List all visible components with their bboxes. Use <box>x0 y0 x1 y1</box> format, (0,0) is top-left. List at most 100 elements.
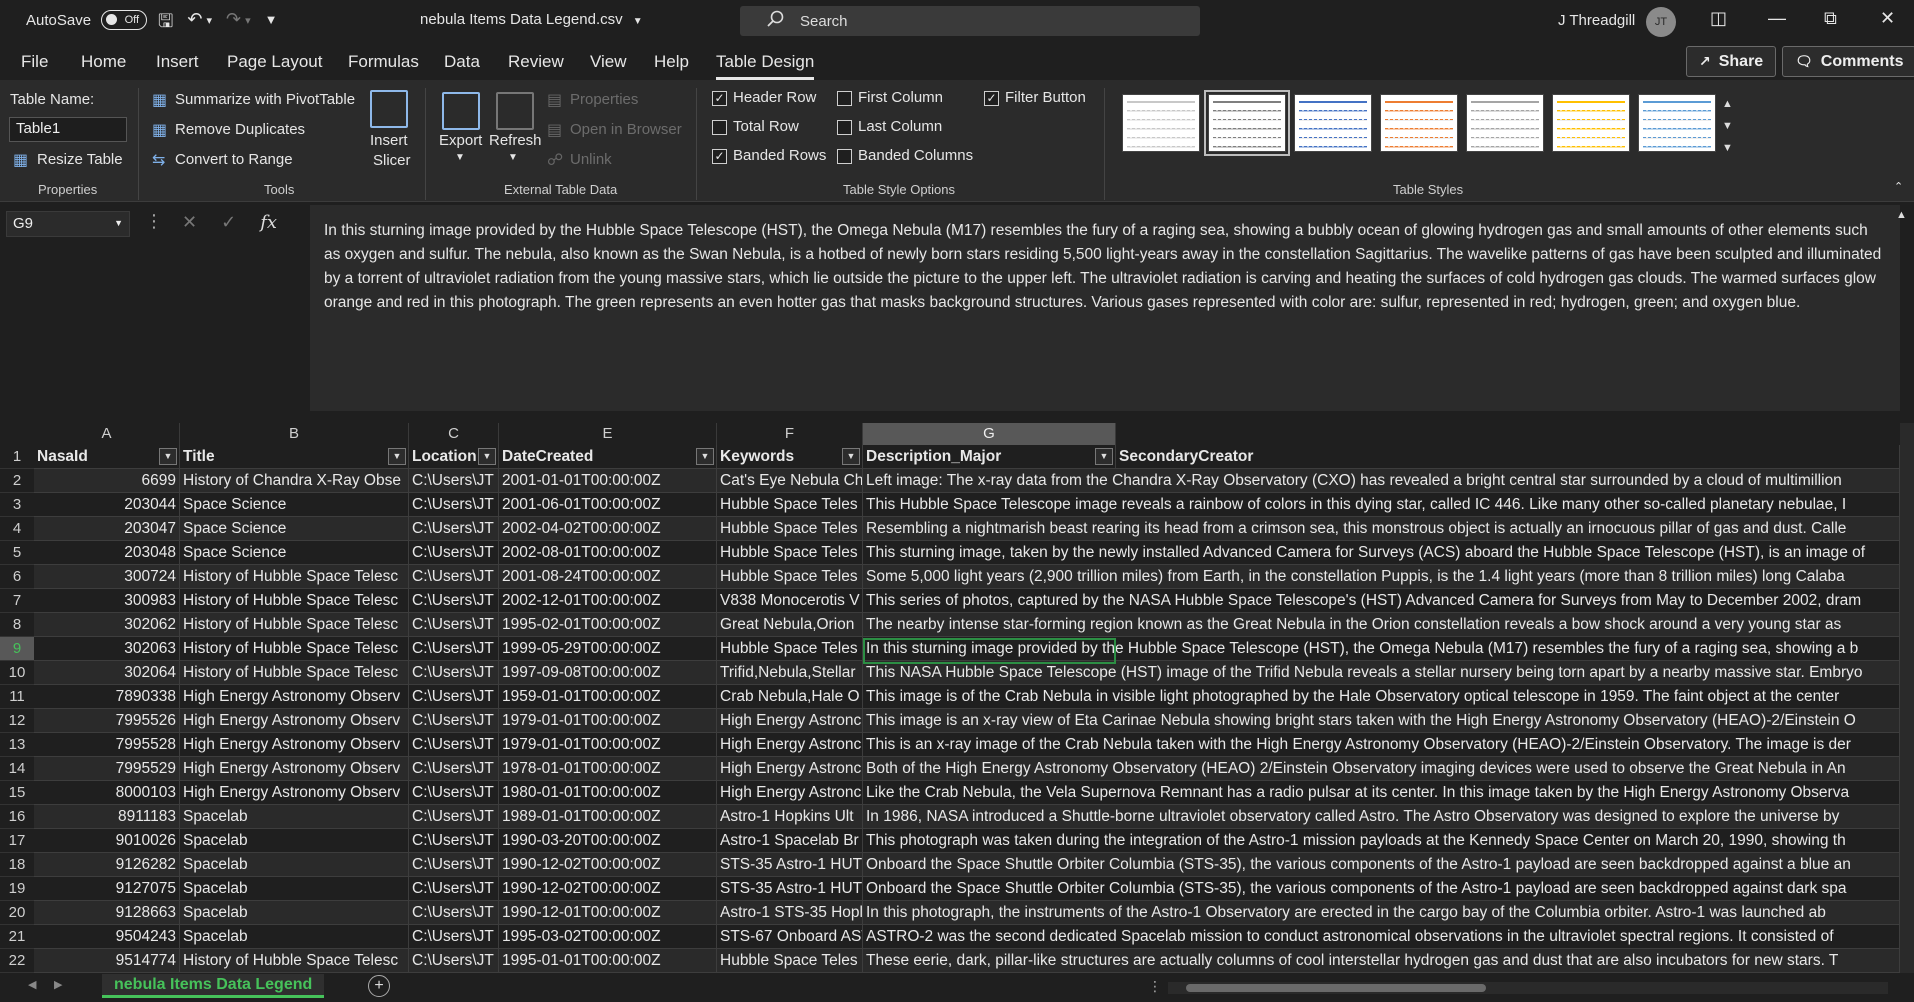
cell-keywords[interactable]: Hubble Space Teles <box>717 517 863 541</box>
row-number[interactable]: 12 <box>0 709 34 733</box>
cell-title[interactable]: History of Hubble Space Telesc <box>180 613 409 637</box>
close-icon[interactable]: ✕ <box>1880 8 1895 29</box>
summarize-pivot-button[interactable]: Summarize with PivotTable <box>175 91 355 108</box>
cell-keywords[interactable]: High Energy Astronc <box>717 781 863 805</box>
cell-location[interactable]: C:\Users\JT <box>409 709 499 733</box>
cell-title[interactable]: High Energy Astronomy Observ <box>180 781 409 805</box>
column-header-c[interactable]: C <box>409 423 499 445</box>
save-icon[interactable]: 🖫 <box>158 9 173 39</box>
more-sheets-icon[interactable]: ⋮ <box>1148 978 1162 995</box>
header-description-major[interactable]: Description_Major ▼ <box>863 445 1116 469</box>
total-row-checkbox[interactable] <box>712 120 727 135</box>
collapse-ribbon-icon[interactable]: ⌃ <box>1894 180 1903 193</box>
cell-description[interactable]: In this sturning image provided by the H… <box>863 637 1900 661</box>
cell-location[interactable]: C:\Users\JT <box>409 925 499 949</box>
row-number[interactable]: 19 <box>0 877 34 901</box>
horizontal-scroll-thumb[interactable] <box>1186 984 1486 992</box>
cell-date-created[interactable]: 1995-02-01T00:00:00Z <box>499 613 717 637</box>
cell-location[interactable]: C:\Users\JT <box>409 901 499 925</box>
cell-description[interactable]: This photograph was taken during the int… <box>863 829 1900 853</box>
autosave-control[interactable]: AutoSave Off <box>26 10 148 30</box>
customize-qat-icon[interactable]: ▼ <box>265 12 278 39</box>
cell-description[interactable]: In this photograph, the instruments of t… <box>863 901 1900 925</box>
tab-formulas[interactable]: Formulas <box>348 52 419 72</box>
cell-location[interactable]: C:\Users\JT <box>409 853 499 877</box>
cell-location[interactable]: C:\Users\JT <box>409 877 499 901</box>
filter-dropdown-icon[interactable]: ▼ <box>842 448 860 465</box>
cell-description[interactable]: These eerie, dark, pillar-like structure… <box>863 949 1900 973</box>
cell-date-created[interactable]: 2002-04-02T00:00:00Z <box>499 517 717 541</box>
cell-keywords[interactable]: Astro-1 Spacelab Br <box>717 829 863 853</box>
cell-location[interactable]: C:\Users\JT <box>409 589 499 613</box>
filter-button-checkbox[interactable]: ✓ <box>984 91 999 106</box>
enter-icon[interactable]: ✓ <box>221 212 236 233</box>
table-style-option[interactable] <box>1204 90 1290 156</box>
cell-keywords[interactable]: STS-67 Onboard AST <box>717 925 863 949</box>
cell-title[interactable]: Spacelab <box>180 805 409 829</box>
cell-nasaid[interactable]: 203044 <box>34 493 180 517</box>
cell-nasaid[interactable]: 9504243 <box>34 925 180 949</box>
cell-date-created[interactable]: 1979-01-01T00:00:00Z <box>499 709 717 733</box>
cell-title[interactable]: Spacelab <box>180 925 409 949</box>
cell-nasaid[interactable]: 203047 <box>34 517 180 541</box>
column-header-f[interactable]: F <box>717 423 863 445</box>
cell-description[interactable]: This NASA Hubble Space Telescope (HST) i… <box>863 661 1900 685</box>
gallery-more-icon[interactable]: ▼ <box>1722 142 1733 154</box>
cell-nasaid[interactable]: 8000103 <box>34 781 180 805</box>
cell-location[interactable]: C:\Users\JT <box>409 541 499 565</box>
cell-date-created[interactable]: 1978-01-01T00:00:00Z <box>499 757 717 781</box>
search-input[interactable]: Search <box>740 6 1200 36</box>
row-number[interactable]: 7 <box>0 589 34 613</box>
cell-date-created[interactable]: 2001-08-24T00:00:00Z <box>499 565 717 589</box>
cell-nasaid[interactable]: 9514774 <box>34 949 180 973</box>
row-number[interactable]: 21 <box>0 925 34 949</box>
formula-input[interactable]: In this sturning image provided by the H… <box>310 205 1900 411</box>
cell-date-created[interactable]: 1990-12-01T00:00:00Z <box>499 901 717 925</box>
table-style-option[interactable] <box>1552 94 1630 152</box>
filter-dropdown-icon[interactable]: ▼ <box>478 448 496 465</box>
tab-home[interactable]: Home <box>81 52 126 72</box>
cell-date-created[interactable]: 1997-09-08T00:00:00Z <box>499 661 717 685</box>
cell-keywords[interactable]: STS-35 Astro-1 HUT <box>717 853 863 877</box>
cell-title[interactable]: Spacelab <box>180 877 409 901</box>
vertical-scrollbar[interactable] <box>1900 423 1914 973</box>
cell-title[interactable]: Space Science <box>180 493 409 517</box>
tab-help[interactable]: Help <box>654 52 689 72</box>
cell-description[interactable]: This image is an x-ray view of Eta Carin… <box>863 709 1900 733</box>
export-dropdown-icon[interactable]: ▼ <box>455 152 465 163</box>
cell-date-created[interactable]: 1980-01-01T00:00:00Z <box>499 781 717 805</box>
row-number[interactable]: 5 <box>0 541 34 565</box>
cell-description[interactable]: The nearby intense star-forming region k… <box>863 613 1900 637</box>
cell-keywords[interactable]: Astro-1 STS-35 Hopl <box>717 901 863 925</box>
refresh-dropdown-icon[interactable]: ▼ <box>508 152 518 163</box>
cell-description[interactable]: This sturning image, taken by the newly … <box>863 541 1900 565</box>
undo-dropdown-icon[interactable]: ▾ <box>206 14 212 39</box>
cell-nasaid[interactable]: 7995528 <box>34 733 180 757</box>
last-column-checkbox[interactable] <box>837 120 852 135</box>
row-number[interactable]: 6 <box>0 565 34 589</box>
cell-description[interactable]: Like the Crab Nebula, the Vela Supernova… <box>863 781 1900 805</box>
cell-date-created[interactable]: 2001-06-01T00:00:00Z <box>499 493 717 517</box>
cell-nasaid[interactable]: 302064 <box>34 661 180 685</box>
cell-date-created[interactable]: 1995-03-02T00:00:00Z <box>499 925 717 949</box>
cell-keywords[interactable]: Astro-1 Hopkins Ult <box>717 805 863 829</box>
cell-nasaid[interactable]: 203048 <box>34 541 180 565</box>
more-options-icon[interactable]: ⋮ <box>145 211 163 232</box>
cell-description[interactable]: ASTRO-2 was the second dedicated Spacela… <box>863 925 1900 949</box>
add-sheet-icon[interactable]: + <box>368 975 390 997</box>
collapse-formula-bar-icon[interactable]: ▲ <box>1896 209 1907 221</box>
cell-description[interactable]: In 1986, NASA introduced a Shuttle-borne… <box>863 805 1900 829</box>
redo-icon[interactable]: ↷ <box>226 9 241 39</box>
table-style-option[interactable] <box>1466 94 1544 152</box>
cell-description[interactable]: Resembling a nightmarish beast rearing i… <box>863 517 1900 541</box>
cell-location[interactable]: C:\Users\JT <box>409 733 499 757</box>
row-number[interactable]: 16 <box>0 805 34 829</box>
filter-dropdown-icon[interactable]: ▼ <box>1095 448 1113 465</box>
cell-nasaid[interactable]: 302062 <box>34 613 180 637</box>
avatar[interactable]: JT <box>1646 7 1676 37</box>
cell-title[interactable]: History of Hubble Space Telesc <box>180 661 409 685</box>
spreadsheet-grid[interactable]: A B C E F G 1 NasaId ▼ Title ▼ Location ▼ DateC… <box>0 423 1914 973</box>
cell-nasaid[interactable]: 6699 <box>34 469 180 493</box>
cell-date-created[interactable]: 1999-05-29T00:00:00Z <box>499 637 717 661</box>
cell-nasaid[interactable]: 300724 <box>34 565 180 589</box>
